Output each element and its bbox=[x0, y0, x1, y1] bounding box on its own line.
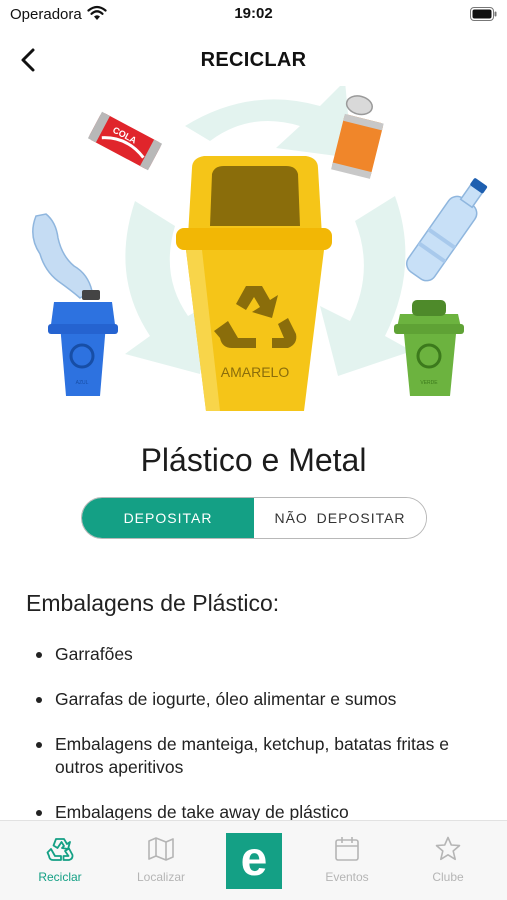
section-heading: Embalagens de Plástico: bbox=[26, 590, 280, 616]
center-home-button[interactable]: e bbox=[226, 833, 282, 889]
bullet-icon bbox=[36, 742, 42, 748]
tab-localizar[interactable]: Localizar bbox=[116, 821, 206, 900]
blue-bin-icon: AZUL bbox=[48, 290, 118, 396]
list-item-text: Embalagens de take away de plástico bbox=[55, 802, 349, 822]
category-title: Plástico e Metal bbox=[140, 442, 367, 478]
bullet-icon bbox=[36, 697, 42, 703]
deposit-toggle: DEPOSITAR NÃO DEPOSITAR bbox=[81, 497, 427, 539]
status-bar: Operadora 19:02 bbox=[0, 0, 507, 30]
tab-clube[interactable]: Clube bbox=[403, 821, 493, 900]
status-time: 19:02 bbox=[234, 5, 273, 22]
tab-depositar[interactable]: DEPOSITAR bbox=[82, 498, 254, 538]
list-item-text: Garrafões bbox=[55, 644, 133, 664]
tab-reciclar[interactable]: Reciclar bbox=[15, 821, 105, 900]
map-icon bbox=[148, 837, 174, 861]
plastic-bottle-icon bbox=[405, 178, 488, 282]
battery-icon bbox=[470, 7, 497, 21]
brand-logo-icon: e bbox=[240, 833, 268, 886]
tab-eventos[interactable]: Eventos bbox=[302, 821, 392, 900]
bullet-icon bbox=[36, 652, 42, 658]
green-bin-label: VERDE bbox=[420, 380, 438, 386]
tab-label: Clube bbox=[432, 870, 464, 884]
recycle-icon bbox=[46, 838, 74, 861]
list-item-text: Garrafas de iogurte, óleo alimentar e su… bbox=[55, 689, 397, 709]
cola-can-icon: COLA bbox=[87, 111, 163, 171]
list-item: Embalagens de manteiga, ketchup, batatas… bbox=[36, 733, 486, 779]
list-item: Garrafas de iogurte, óleo alimentar e su… bbox=[36, 688, 486, 711]
tab-label: Localizar bbox=[136, 870, 186, 884]
plastic-bag-icon bbox=[32, 213, 93, 299]
list-item-text: Embalagens de manteiga, ketchup, batatas… bbox=[55, 734, 449, 777]
tab-label: Reciclar bbox=[38, 870, 82, 884]
list-item: Garrafões bbox=[36, 643, 486, 666]
recycling-bins-illustration: COLA AZUL VERDE AMARELO bbox=[32, 86, 488, 411]
calendar-icon bbox=[335, 837, 359, 861]
page-title: RECICLAR bbox=[200, 49, 307, 71]
tab-nao-depositar[interactable]: NÃO DEPOSITAR bbox=[254, 498, 426, 538]
yellow-bin-label: AMARELO bbox=[221, 364, 290, 380]
star-icon bbox=[435, 836, 461, 861]
tab-bar: Reciclar Localizar e Eventos Clube bbox=[0, 820, 507, 900]
tab-label: Eventos bbox=[325, 870, 369, 884]
bullet-icon bbox=[36, 810, 42, 816]
items-list: Garrafões Garrafas de iogurte, óleo alim… bbox=[36, 643, 486, 846]
navigation-bar: RECICLAR bbox=[0, 36, 507, 84]
blue-bin-label: AZUL bbox=[76, 380, 89, 386]
